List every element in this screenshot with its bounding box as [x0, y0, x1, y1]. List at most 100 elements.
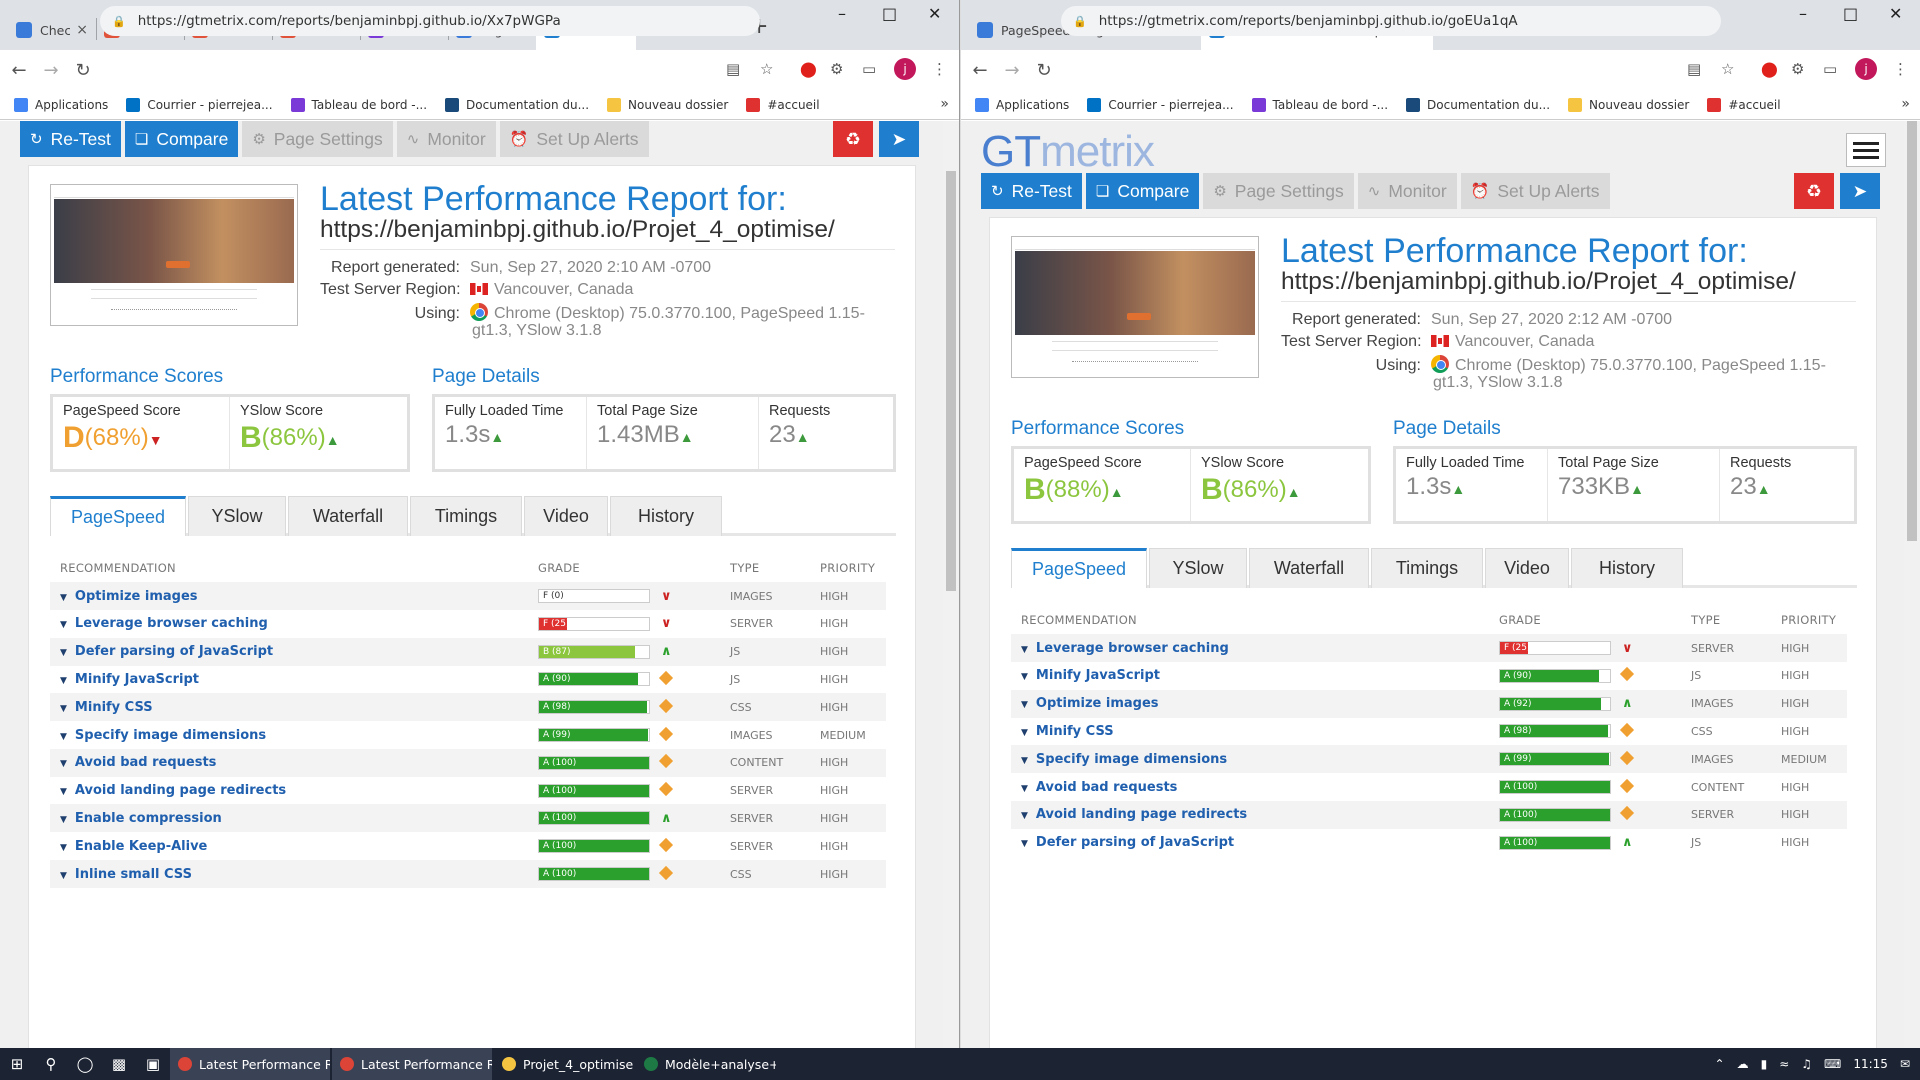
translate-icon[interactable]: ▤: [1687, 60, 1701, 78]
tab-history[interactable]: History: [610, 496, 722, 536]
monitor-button[interactable]: ∿ Monitor: [1357, 173, 1457, 209]
bookmark-item[interactable]: Nouveau dossier: [607, 97, 728, 112]
recommendation-name[interactable]: ▼ Specify image dimensions: [1021, 752, 1227, 767]
windows-start-icon[interactable]: ⊞: [0, 1055, 34, 1073]
cast-icon[interactable]: ▭: [1823, 60, 1837, 78]
recommendation-row[interactable]: ▼ Optimize images F (0) ∨ IMAGES HIGH: [50, 582, 886, 610]
tab-history[interactable]: History: [1571, 548, 1683, 588]
recommendation-name[interactable]: ▼ Avoid bad requests: [1021, 780, 1177, 795]
clock-time[interactable]: 11:15: [1853, 1057, 1888, 1071]
recommendation-row[interactable]: ▼ Optimize images A (92) ∧ IMAGES HIGH: [1011, 689, 1847, 718]
tab-yslow[interactable]: YSlow: [188, 496, 286, 536]
retest-button[interactable]: ↻ Re-Test: [981, 173, 1082, 209]
recommendation-row[interactable]: ▼ Inline small CSS A (100) CSS HIGH: [50, 860, 886, 888]
tab-video[interactable]: Video: [1485, 548, 1569, 588]
compare-button[interactable]: ❏ Compare: [1085, 173, 1200, 209]
retest-button[interactable]: ↻ Re-Test: [20, 121, 121, 157]
forward-icon[interactable]: →: [38, 60, 64, 81]
recommendation-row[interactable]: ▼ Minify CSS A (98) CSS HIGH: [1011, 717, 1847, 745]
scrollbar-thumb[interactable]: [1907, 121, 1917, 541]
recommendation-name[interactable]: ▼ Avoid landing page redirects: [1021, 807, 1247, 822]
recommendation-name[interactable]: ▼ Leverage browser caching: [1021, 641, 1229, 656]
menu-dots-icon[interactable]: ⋮: [1893, 60, 1908, 78]
maximize-icon[interactable]: □: [882, 4, 897, 23]
page-settings-button[interactable]: ⚙ Page Settings: [1203, 173, 1354, 209]
store-icon[interactable]: ▣: [136, 1055, 170, 1073]
menu-dots-icon[interactable]: ⋮: [932, 60, 947, 78]
recommendation-name[interactable]: ▼ Defer parsing of JavaScript: [60, 644, 273, 659]
scrollbar[interactable]: [1904, 121, 1920, 1048]
recommendation-row[interactable]: ▼ Enable Keep-Alive A (100) SERVER HIGH: [50, 832, 886, 860]
bookmark-item[interactable]: Documentation du...: [1406, 97, 1550, 112]
bookmark-item[interactable]: Courrier - pierrejea...: [1087, 97, 1234, 112]
bookmarks-more-icon[interactable]: »: [1901, 96, 1910, 112]
minimize-icon[interactable]: –: [838, 4, 846, 23]
report-url[interactable]: https://benjaminbpj.github.io/Projet_4_o…: [1281, 268, 1796, 296]
recommendation-name[interactable]: ▼ Minify JavaScript: [60, 672, 199, 687]
recommendation-row[interactable]: ▼ Minify CSS A (98) CSS HIGH: [50, 693, 886, 722]
recommendation-row[interactable]: ▼ Avoid landing page redirects A (100) SERV…: [1011, 800, 1847, 829]
recommendation-row[interactable]: ▼ Defer parsing of JavaScript A (100) ∧ JS HI…: [1011, 829, 1847, 857]
scrollbar-thumb[interactable]: [946, 171, 956, 591]
wifi-icon[interactable]: ≈: [1779, 1057, 1789, 1071]
avatar[interactable]: j: [1855, 58, 1877, 80]
bookmark-item[interactable]: Tableau de bord -...: [290, 97, 427, 112]
cortana-icon[interactable]: ◯: [68, 1055, 102, 1073]
taskbar-app[interactable]: Modèle+analyse+SE...: [636, 1048, 776, 1080]
tab-pagespeed[interactable]: PageSpeed: [1011, 548, 1147, 588]
recommendation-name[interactable]: ▼ Enable compression: [60, 811, 222, 826]
bookmark-item[interactable]: Nouveau dossier: [1568, 97, 1689, 112]
taskbar-app[interactable]: Latest Performance R...: [170, 1048, 330, 1080]
recommendation-row[interactable]: ▼ Avoid bad requests A (100) CONTENT HIGH: [1011, 773, 1847, 801]
share-button[interactable]: ➤: [879, 121, 919, 157]
bookmark-item[interactable]: #accueil: [1707, 97, 1781, 112]
scrollbar[interactable]: [943, 121, 959, 1048]
set-up-alerts-button[interactable]: ⏰ Set Up Alerts: [1460, 173, 1610, 209]
minimize-icon[interactable]: –: [1799, 4, 1807, 23]
extensions-icon[interactable]: ⚙: [830, 60, 843, 78]
close-window-icon[interactable]: ✕: [1889, 4, 1902, 23]
address-bar[interactable]: 🔒 https://gtmetrix.com/reports/benjaminb…: [100, 6, 760, 36]
reload-icon[interactable]: ↻: [1031, 60, 1057, 81]
pdf-button[interactable]: ♻: [833, 121, 873, 157]
recommendation-row[interactable]: ▼ Leverage browser caching F (25) ∨ SERVER HI…: [1011, 634, 1847, 662]
bookmarks-more-icon[interactable]: »: [940, 96, 949, 112]
bookmark-item[interactable]: Documentation du...: [445, 97, 589, 112]
recommendation-name[interactable]: ▼ Defer parsing of JavaScript: [1021, 835, 1234, 850]
recommendation-name[interactable]: ▼ Specify image dimensions: [60, 728, 266, 743]
close-window-icon[interactable]: ✕: [928, 4, 941, 23]
compare-button[interactable]: ❏ Compare: [124, 121, 239, 157]
avatar[interactable]: j: [894, 58, 916, 80]
recommendation-row[interactable]: ▼ Leverage browser caching F (25) ∨ SERVER HI…: [50, 610, 886, 638]
tab-timings[interactable]: Timings: [410, 496, 522, 536]
reload-icon[interactable]: ↻: [70, 60, 96, 81]
back-icon[interactable]: ←: [967, 60, 993, 81]
opera-icon[interactable]: ⬤: [1761, 60, 1778, 78]
close-icon[interactable]: ×: [76, 22, 88, 38]
notifications-icon[interactable]: ✉: [1900, 1057, 1910, 1071]
recommendation-name[interactable]: ▼ Enable Keep-Alive: [60, 839, 207, 854]
cloud-icon[interactable]: ☁: [1737, 1057, 1749, 1071]
bookmark-item[interactable]: Applications: [14, 97, 108, 112]
tab-video[interactable]: Video: [524, 496, 608, 536]
forward-icon[interactable]: →: [999, 60, 1025, 81]
page-screenshot-thumbnail[interactable]: [50, 184, 298, 326]
recommendation-name[interactable]: ▼ Minify JavaScript: [1021, 668, 1160, 683]
hamburger-menu-icon[interactable]: [1846, 133, 1886, 167]
maximize-icon[interactable]: □: [1843, 4, 1858, 23]
share-button[interactable]: ➤: [1840, 173, 1880, 209]
bookmark-item[interactable]: Applications: [975, 97, 1069, 112]
star-icon[interactable]: ☆: [760, 60, 773, 78]
cast-icon[interactable]: ▭: [862, 60, 876, 78]
recommendation-row[interactable]: ▼ Minify JavaScript A (90) JS HIGH: [50, 665, 886, 693]
star-icon[interactable]: ☆: [1721, 60, 1734, 78]
tab-yslow[interactable]: YSlow: [1149, 548, 1247, 588]
recommendation-row[interactable]: ▼ Defer parsing of JavaScript B (87) ∧ JS HIG…: [50, 637, 886, 666]
translate-icon[interactable]: ▤: [726, 60, 740, 78]
recommendation-name[interactable]: ▼ Optimize images: [60, 589, 198, 604]
task-view-icon[interactable]: ▩: [102, 1055, 136, 1073]
recommendation-row[interactable]: ▼ Avoid landing page redirects A (100) SERV…: [50, 777, 886, 805]
page-settings-button[interactable]: ⚙ Page Settings: [242, 121, 393, 157]
tab-timings[interactable]: Timings: [1371, 548, 1483, 588]
battery-icon[interactable]: ▮: [1761, 1057, 1768, 1071]
